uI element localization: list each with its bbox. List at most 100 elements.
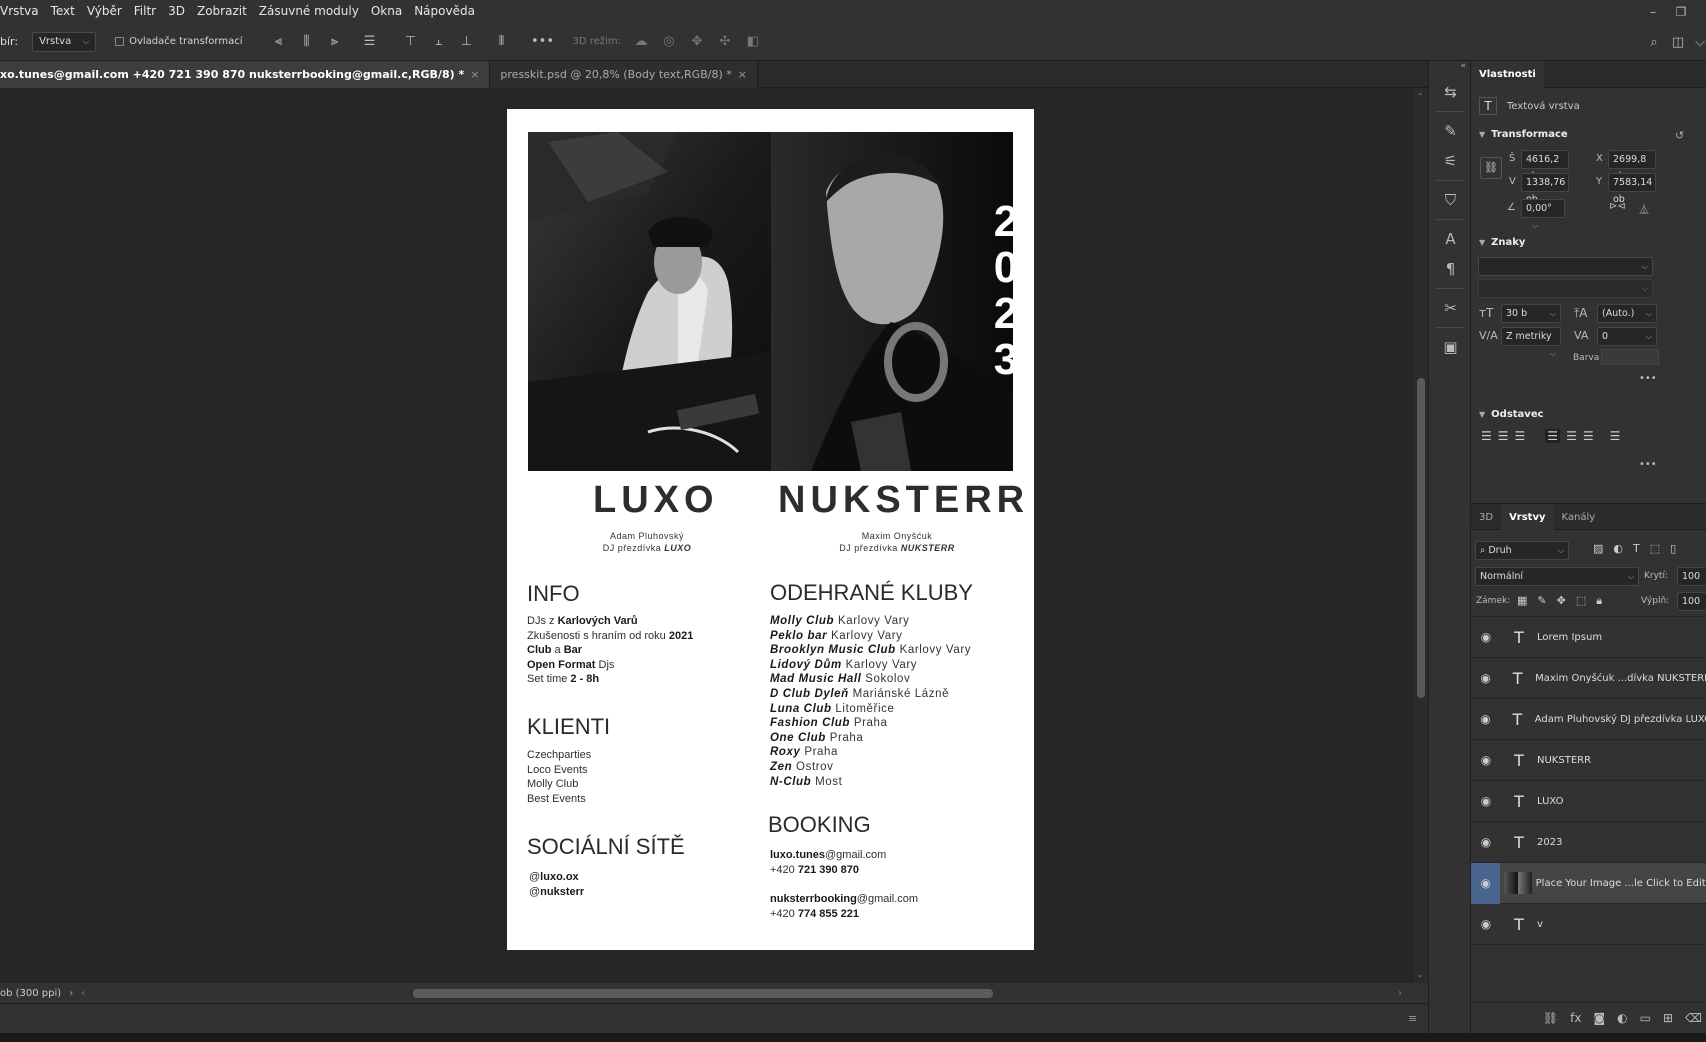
tab-document-active[interactable]: xo.tunes@gmail.com +420 721 390 870 nuks… [0,61,491,88]
adjustments-icon[interactable]: ⚟ [1429,146,1472,176]
new-layer-icon[interactable]: ⊞ [1663,1011,1673,1025]
link-layers-icon[interactable]: ⛓ [1543,1011,1558,1025]
type-filter-icon[interactable]: T [1633,542,1640,555]
justify-right-icon[interactable]: ☰ [1583,429,1594,443]
menu-zobrazit[interactable]: Zobrazit [191,0,253,23]
3d-orbit-icon[interactable]: ☁ [632,33,650,51]
layer-row[interactable]: ◉ T Maxim Onyšćuk ...dívka NUKSTERR [1471,658,1706,699]
menu-zasuvne-moduly[interactable]: Zásuvné moduly [253,0,365,23]
3d-slide-icon[interactable]: ✣ [716,33,734,51]
align-top-icon[interactable]: ⊤ [402,33,420,51]
eye-icon[interactable]: ◉ [1471,712,1500,726]
layer-row-selected[interactable]: ◉ Place Your Image ...le Click to Edit) [1471,862,1706,904]
new-group-icon[interactable]: ▭ [1640,1011,1651,1025]
leading-field[interactable]: (Auto.) ⌵ [1597,304,1657,323]
workspace-chevron-icon[interactable]: ⌵ [1691,33,1706,51]
eye-icon[interactable]: ◉ [1471,862,1501,904]
eye-icon[interactable]: ◉ [1471,917,1501,931]
brush-icon[interactable]: ✎ [1429,116,1472,146]
eye-icon[interactable]: ◉ [1471,835,1501,849]
y-field[interactable]: 7583,14 ob [1608,173,1656,205]
scroll-down-icon[interactable]: ⌄ [1417,970,1424,979]
justify-left-icon[interactable]: ☰ [1545,429,1561,443]
document-page[interactable]: 2 0 2 3 LUXO NUKSTERR Adam Pluhovský DJ … [507,109,1034,950]
fill-field[interactable]: 100 [1677,592,1706,611]
close-icon[interactable]: × [738,68,747,81]
fx-icon[interactable]: fx [1570,1011,1581,1025]
eye-icon[interactable]: ◉ [1471,753,1501,767]
paragraph-section[interactable]: ▼ Odstavec [1471,405,1706,425]
tab-properties[interactable]: Vlastnosti [1471,61,1544,88]
distribute-vertical-icon[interactable]: ⦀ [493,33,511,51]
paragraph-icon[interactable]: ¶ [1429,254,1472,284]
menu-text[interactable]: Text [45,0,81,23]
tab-layers[interactable]: Vrstvy [1501,504,1554,531]
vertical-scrollbar[interactable]: ⌃ ⌄ [1414,88,1428,983]
eye-icon[interactable]: ◉ [1471,671,1500,685]
kerning-field[interactable]: Z metriky ⌵ [1501,327,1561,358]
lock-transparency-icon[interactable]: ▦ [1517,594,1527,608]
3d-pan-icon[interactable]: ✥ [688,33,706,51]
more-options-icon[interactable]: ••• [531,33,554,51]
tab-presskit[interactable]: presskit.psd @ 20,8% (Body text,RGB/8) *… [490,61,758,88]
link-icon[interactable]: ⛓ [1480,157,1502,179]
reset-icon[interactable]: ↺ [1675,129,1684,142]
history-icon[interactable]: ⇆ [1429,77,1472,107]
vertical-scroll-thumb[interactable] [1417,378,1425,698]
close-icon[interactable]: × [470,68,479,81]
align-right-text-icon[interactable]: ☰ [1515,429,1526,443]
horizontal-scroll-thumb[interactable] [413,989,993,998]
angle-field[interactable]: 0,00° ⌵ [1521,199,1565,230]
workspace-icon[interactable]: ◫ [1669,33,1687,51]
tab-3d[interactable]: 3D [1471,504,1501,531]
layer-row[interactable]: ◉ T LUXO [1471,781,1706,822]
eye-icon[interactable]: ◉ [1471,630,1501,644]
character-section[interactable]: ▼ Znaky [1471,233,1706,253]
align-left-text-icon[interactable]: ☰ [1481,429,1492,443]
align-hcenter-icon[interactable]: ⫼ [298,33,316,51]
3d-camera-icon[interactable]: ◧ [744,33,762,51]
auto-select-dropdown[interactable]: Vrstva ⌵ [32,31,97,52]
restore-icon[interactable]: ❐ [1668,0,1694,23]
transform-section[interactable]: ▼ Transformace [1471,125,1706,145]
font-family-dropdown[interactable]: ⌵ [1478,257,1653,276]
flip-horizontal-icon[interactable]: ⊳⊲ [1609,201,1626,212]
more-icon[interactable]: ••• [1639,459,1657,470]
transform-controls-checkbox[interactable] [115,37,125,46]
horizontal-scrollbar[interactable] [108,989,1398,998]
menu-vyber[interactable]: Výběr [81,0,128,23]
justify-all-icon[interactable]: ☰ [1610,429,1621,443]
align-left-icon[interactable]: ⫷ [270,33,288,51]
width-field[interactable]: 4616,2 ob [1521,150,1569,182]
layer-row[interactable]: ◉ T NUKSTERR [1471,740,1706,781]
font-style-dropdown[interactable]: ⌵ [1478,279,1653,298]
tools-icon[interactable]: ✂ [1429,293,1472,323]
status-chevron-icon[interactable]: › [69,988,73,999]
menu-lines-icon[interactable]: ≡ [1408,1012,1417,1025]
opacity-field[interactable]: 100 [1677,567,1706,586]
lock-position-icon[interactable]: ✥ [1557,594,1566,608]
flip-vertical-icon[interactable]: ⏅ [1639,201,1649,216]
character-icon[interactable]: A [1429,224,1472,254]
lock-all-icon[interactable]: 🔒︎ [1596,594,1602,608]
x-field[interactable]: 2699,8 ob [1608,150,1656,182]
align-right-icon[interactable]: ⫸ [326,33,344,51]
menu-vrstva[interactable]: Vrstva [0,0,45,23]
stamp-icon[interactable]: ⛉ [1429,185,1472,215]
smart-filter-icon[interactable]: ▯ [1670,542,1676,555]
delete-layer-icon[interactable]: ⌫ [1685,1011,1702,1025]
scroll-left-icon[interactable]: ‹ [81,988,85,999]
3d-roll-icon[interactable]: ◎ [660,33,678,51]
font-size-field[interactable]: 30 b ⌵ [1501,304,1561,323]
more-icon[interactable]: ••• [1639,373,1657,384]
align-vcenter-icon[interactable]: ⫠ [430,33,448,51]
menu-3d[interactable]: 3D [162,0,191,23]
libraries-icon[interactable]: ▣ [1429,332,1472,362]
eye-icon[interactable]: ◉ [1471,794,1501,808]
adjustment-layer-icon[interactable]: ◐ [1617,1011,1627,1025]
lock-artboard-icon[interactable]: ⬚ [1576,594,1586,608]
search-icon[interactable]: ⌕ [1645,33,1663,51]
minimize-icon[interactable]: – [1640,0,1666,23]
tracking-field[interactable]: 0 ⌵ [1597,327,1657,346]
layer-row[interactable]: ◉ T 2023 [1471,822,1706,863]
